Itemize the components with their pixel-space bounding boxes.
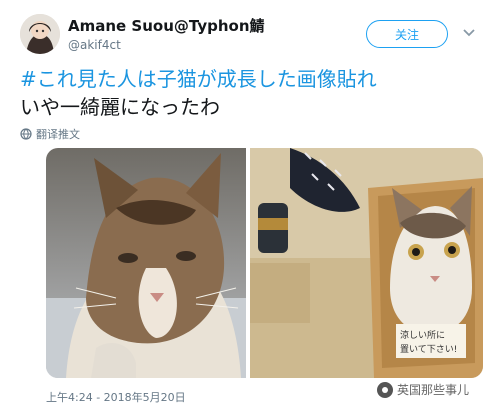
- tweet-card: Amane Suou@Typhon鯖 @akif4ct 关注 #これ見た人は子猫…: [0, 0, 500, 408]
- watermark-text: 英国那些事儿: [397, 383, 470, 397]
- author-handle[interactable]: @akif4ct: [68, 38, 265, 52]
- author-name[interactable]: Amane Suou@Typhon鯖: [68, 15, 265, 36]
- avatar[interactable]: [20, 14, 60, 54]
- box-label-text: 涼しい所に: [400, 329, 445, 341]
- globe-icon: [20, 128, 32, 140]
- chevron-down-icon[interactable]: [462, 26, 476, 40]
- watermark: 英国那些事儿: [377, 381, 469, 398]
- media-grid: 涼しい所に 置いて下さい!: [46, 148, 483, 378]
- kitten-photo[interactable]: [46, 148, 246, 378]
- translate-tweet-link[interactable]: 翻译推文: [20, 126, 80, 142]
- tweet-timestamp[interactable]: 上午4:24 - 2018年5月20日: [46, 389, 186, 405]
- grown-cat-in-box-photo[interactable]: 涼しい所に 置いて下さい!: [250, 148, 483, 378]
- box-label-text-2: 置いて下さい!: [400, 344, 457, 355]
- follow-button[interactable]: 关注: [366, 20, 448, 48]
- tweet-body: いや一綺麗になったわ: [20, 95, 220, 119]
- tweet-text: #これ見た人は子猫が成長した画像貼れ いや一綺麗になったわ: [20, 66, 490, 120]
- author-block: Amane Suou@Typhon鯖 @akif4ct: [68, 15, 265, 52]
- hashtag-link[interactable]: #これ見た人は子猫が成長した画像貼れ: [20, 66, 490, 92]
- watermark-logo-icon: [377, 381, 393, 398]
- translate-label: 翻译推文: [36, 128, 80, 141]
